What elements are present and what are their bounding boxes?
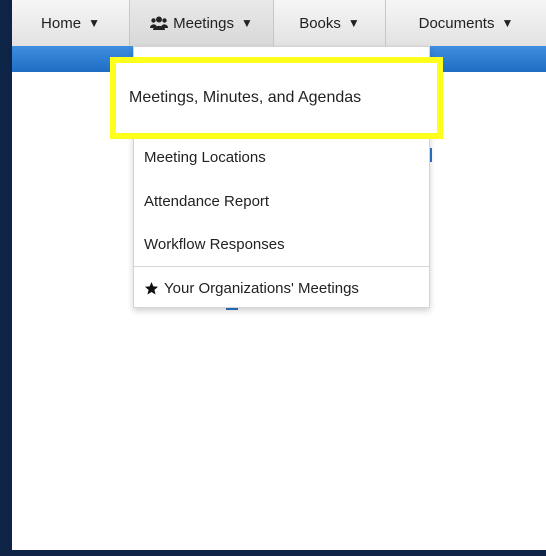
menu-item-label: Your Organizations' Meetings xyxy=(164,279,359,297)
menu-divider xyxy=(134,266,429,267)
menu-item-attendance-report[interactable]: Attendance Report xyxy=(134,181,429,221)
menu-item-your-organizations-meetings[interactable]: Your Organizations' Meetings xyxy=(134,268,429,308)
top-navbar: Home ▼ Meetings ▼ Books ▼ Documents ▼ xyxy=(12,0,546,47)
star-icon xyxy=(144,281,159,294)
menu-item-label: Meetings, Minutes, and Agendas xyxy=(129,89,362,106)
nav-documents[interactable]: Documents ▼ xyxy=(386,0,546,46)
underlying-link-fragment xyxy=(430,148,432,162)
nav-books[interactable]: Books ▼ xyxy=(274,0,386,46)
people-icon xyxy=(150,16,169,30)
nav-documents-label: Documents xyxy=(418,14,495,32)
chevron-down-icon: ▼ xyxy=(240,16,253,30)
underlying-link-fragment xyxy=(226,308,238,310)
menu-item-label: Workflow Responses xyxy=(144,235,285,253)
chevron-down-icon: ▼ xyxy=(347,16,360,30)
nav-meetings[interactable]: Meetings ▼ xyxy=(130,0,274,46)
menu-item-label: Attendance Report xyxy=(144,192,270,210)
nav-home-label: Home xyxy=(41,14,82,32)
menu-item-workflow-responses[interactable]: Workflow Responses xyxy=(134,224,429,264)
chevron-down-icon: ▼ xyxy=(501,16,514,30)
page-content: Home ▼ Meetings ▼ Books ▼ Documents ▼ Me… xyxy=(12,0,546,550)
menu-item-meeting-locations[interactable]: Meeting Locations xyxy=(134,137,429,177)
menu-item-meetings-minutes-agendas[interactable]: Meetings, Minutes, and Agendas xyxy=(110,57,443,139)
menu-item-label: Meeting Locations xyxy=(144,148,266,166)
nav-home[interactable]: Home ▼ xyxy=(12,0,130,46)
nav-books-label: Books xyxy=(299,14,341,32)
nav-meetings-label: Meetings xyxy=(173,14,234,32)
chevron-down-icon: ▼ xyxy=(88,16,100,30)
